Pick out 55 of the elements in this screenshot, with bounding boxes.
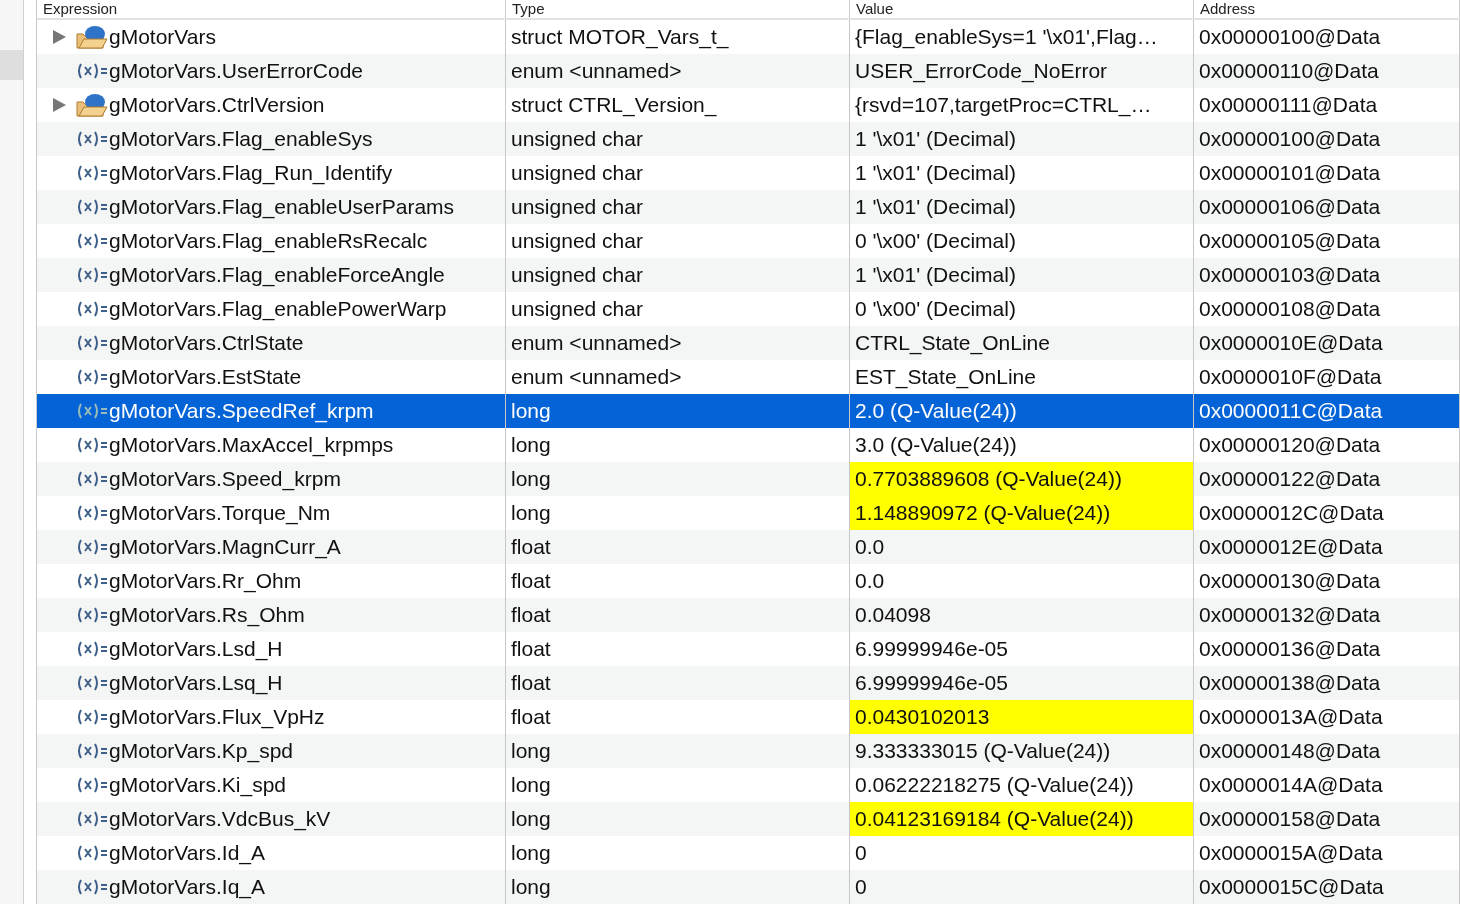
column-header[interactable]: Expression [37,0,506,18]
table-row[interactable]: gMotorVars.Flag_enableSys unsigned char 1 '\x01' (Decimal) 0x00000100@Data [37,122,1460,156]
expression-text: gMotorVars.Torque_Nm [109,501,331,525]
expression-text: gMotorVars.Flux_VpHz [109,705,325,729]
value-cell: 0.0430102013 [850,700,1194,734]
expression-text: gMotorVars.Flag_enablePowerWarp [109,297,447,321]
expand-triangle-icon[interactable] [51,29,67,45]
table-row[interactable]: gMotorVars.Flag_enableUserParams unsigned char 1 '\x01' (Decimal) 0x00000106@Data [37,190,1460,224]
expression-text: gMotorVars.Lsd_H [109,637,283,661]
value-cell: 0 [850,870,1194,904]
table-row[interactable]: gMotorVars.Kp_spd long 9.333333015 (Q-Value(24)) 0x00000148@Data [37,734,1460,768]
expression-text: gMotorVars.VdcBus_kV [109,807,331,831]
table-row[interactable]: gMotorVars.UserErrorCode enum <unnamed> USER_ErrorCode_NoError 0x00000110@Data [37,54,1460,88]
type-cell: long [506,870,850,904]
table-row[interactable]: gMotorVars.Lsq_H float 6.99999946e-05 0x00000138@Data [37,666,1460,700]
value-cell: 1.148890972 (Q-Value(24)) [850,496,1194,530]
column-header[interactable]: Value [850,0,1194,18]
table-row[interactable]: gMotorVars.CtrlState enum <unnamed> CTRL_State_OnLine 0x0000010E@Data [37,326,1460,360]
expression-text: gMotorVars.Speed_krpm [109,467,341,491]
column-header[interactable]: Address [1194,0,1460,18]
expression-text: gMotorVars.Flag_enableSys [109,127,373,151]
table-row[interactable]: gMotorVars.VdcBus_kV long 0.04123169184 (Q-Value(24)) 0x00000158@Data [37,802,1460,836]
expression-text: gMotorVars.EstState [109,365,302,389]
table-row[interactable]: gMotorVars.Rs_Ohm float 0.04098 0x00000132@Data [37,598,1460,632]
value-cell: 0.04123169184 (Q-Value(24)) [850,802,1194,836]
expression-text: gMotorVars.MagnCurr_A [109,535,341,559]
expression-text: gMotorVars.CtrlVersion [109,93,325,117]
expression-text: gMotorVars.Rr_Ohm [109,569,302,593]
folder-icon [75,92,109,118]
expression-text: gMotorVars.Flag_enableForceAngle [109,263,445,287]
expression-text: gMotorVars.Kp_spd [109,739,294,763]
folder-icon [75,24,109,50]
expression-text: gMotorVars.Flag_enableRsRecalc [109,229,428,253]
expression-text: gMotorVars.Iq_A [109,875,265,899]
panel-marker [0,50,23,80]
table-row[interactable]: gMotorVars.Flag_enableForceAngle unsigned char 1 '\x01' (Decimal) 0x00000103@Data [37,258,1460,292]
expand-triangle-icon[interactable] [51,97,67,113]
table-row[interactable]: gMotorVars.MagnCurr_A float 0.0 0x0000012E@Data [37,530,1460,564]
value-cell: 0.7703889608 (Q-Value(24)) [850,462,1194,496]
expression-text: gMotorVars.Id_A [109,841,265,865]
expression-text: gMotorVars.Rs_Ohm [109,603,305,627]
expression-text: gMotorVars.MaxAccel_krpmps [109,433,394,457]
table-row[interactable]: gMotorVars.Speed_krpm long 0.7703889608 (Q-Value(24)) 0x00000122@Data [37,462,1460,496]
column-header[interactable]: Type [506,0,850,18]
address-cell: 0x0000015C@Data [1194,870,1460,904]
expression-text: gMotorVars.CtrlState [109,331,304,355]
expression-text: gMotorVars.Flag_Run_Identify [109,161,393,185]
expression-text: gMotorVars.Ki_spd [109,773,287,797]
expression-text: gMotorVars.SpeedRef_krpm [109,399,374,423]
expression-text: gMotorVars.Flag_enableUserParams [109,195,455,219]
expression-text: gMotorVars [109,25,216,49]
expression-text: gMotorVars.UserErrorCode [109,59,364,83]
expression-text: gMotorVars.Lsq_H [109,671,283,695]
table-row[interactable]: gMotorVars.SpeedRef_krpm long 2.0 (Q-Value(24)) 0x0000011C@Data [37,394,1460,428]
table-row[interactable]: gMotorVars.Iq_A long 0 0x0000015C@Data [37,870,1460,904]
